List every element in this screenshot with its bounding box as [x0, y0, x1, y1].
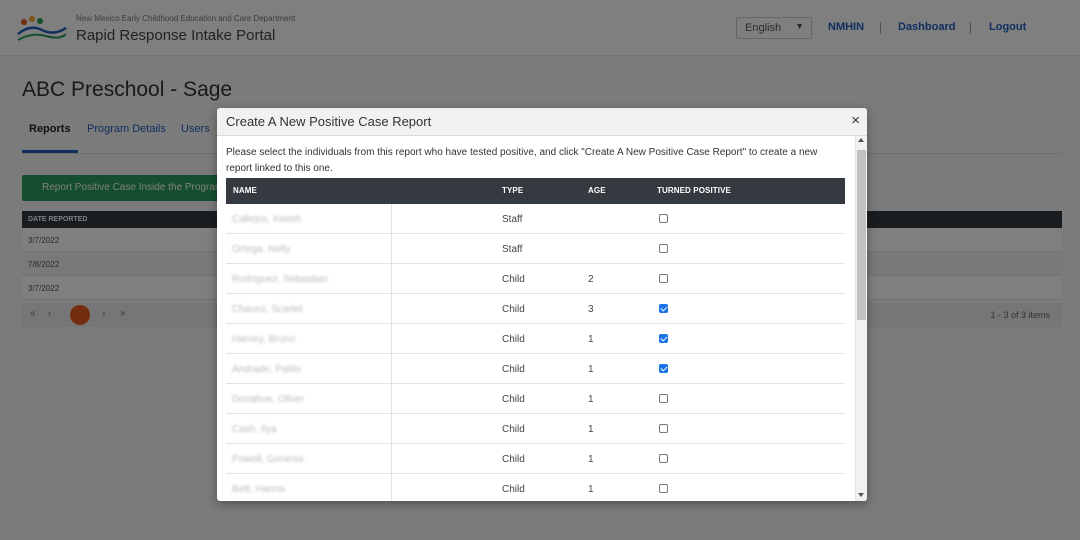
individual-type: Child	[502, 334, 525, 345]
individual-age: 1	[588, 484, 594, 495]
name-cell: Chavez, Scarlet	[226, 294, 392, 324]
individual-type: Child	[502, 424, 525, 435]
individual-type: Staff	[502, 214, 523, 225]
name-cell: Andrade, Pablo	[226, 354, 392, 384]
turned-positive-checkbox[interactable]	[659, 454, 668, 463]
name-cell: Powell, Genesis	[226, 444, 392, 474]
individual-type: Child	[502, 274, 525, 285]
close-icon[interactable]: ×	[851, 113, 860, 129]
name-cell: Harvey, Bruno	[226, 324, 392, 354]
turned-positive-checkbox[interactable]	[659, 304, 668, 313]
individual-name: Cash, Ilya	[232, 424, 277, 435]
individual-name: Donahue, Oliver	[232, 394, 305, 405]
name-cell: Ortega, Nelly	[226, 234, 392, 264]
individual-type: Staff	[502, 244, 523, 255]
individual-name: Ortega, Nelly	[232, 244, 291, 255]
individual-name: Callejos, Keesh	[232, 214, 302, 225]
table-row: Callejos, Keesh Staff	[226, 204, 845, 234]
individual-age: 3	[588, 304, 594, 315]
individual-name: Andrade, Pablo	[232, 364, 301, 375]
turned-positive-checkbox[interactable]	[659, 214, 668, 223]
name-cell: Callejos, Keesh	[226, 204, 392, 234]
individuals-table-header: NAME TYPE AGE TURNED POSITIVE	[226, 178, 845, 204]
turned-positive-checkbox[interactable]	[659, 244, 668, 253]
scroll-down-icon[interactable]	[858, 493, 864, 497]
individual-age: 1	[588, 334, 594, 345]
individual-type: Child	[502, 484, 525, 495]
turned-positive-checkbox[interactable]	[659, 364, 668, 373]
table-row: Harvey, Bruno Child 1	[226, 324, 845, 354]
table-row: Cash, Ilya Child 1	[226, 414, 845, 444]
name-cell: Donahue, Oliver	[226, 384, 392, 414]
modal-header: Create A New Positive Case Report ×	[217, 108, 867, 136]
name-cell: Rodriguez, Sebastian	[226, 264, 392, 294]
individual-age: 2	[588, 274, 594, 285]
table-row: Chavez, Scarlet Child 3	[226, 294, 845, 324]
modal-instructions: Please select the individuals from this …	[226, 147, 818, 174]
name-cell: Bett, Hanna	[226, 474, 392, 501]
table-row: Bett, Hanna Child 1	[226, 474, 845, 501]
positive-case-modal: Create A New Positive Case Report × Plea…	[217, 108, 867, 501]
modal-title: Create A New Positive Case Report	[226, 114, 432, 129]
scroll-thumb[interactable]	[857, 150, 866, 320]
individual-name: Chavez, Scarlet	[232, 304, 303, 315]
turned-positive-checkbox[interactable]	[659, 274, 668, 283]
individual-age: 1	[588, 364, 594, 375]
column-header-type: TYPE	[502, 186, 524, 195]
column-header-age: AGE	[588, 186, 606, 195]
table-row: Andrade, Pablo Child 1	[226, 354, 845, 384]
modal-scrollbar[interactable]	[855, 136, 867, 501]
individual-age: 1	[588, 454, 594, 465]
individual-type: Child	[502, 304, 525, 315]
table-row: Powell, Genesis Child 1	[226, 444, 845, 474]
table-row: Ortega, Nelly Staff	[226, 234, 845, 264]
individual-name: Bett, Hanna	[232, 484, 285, 495]
turned-positive-checkbox[interactable]	[659, 334, 668, 343]
name-cell: Cash, Ilya	[226, 414, 392, 444]
individual-age: 1	[588, 394, 594, 405]
turned-positive-checkbox[interactable]	[659, 424, 668, 433]
column-header-name: NAME	[233, 186, 257, 195]
individual-type: Child	[502, 394, 525, 405]
turned-positive-checkbox[interactable]	[659, 394, 668, 403]
individual-type: Child	[502, 454, 525, 465]
turned-positive-checkbox[interactable]	[659, 484, 668, 493]
scroll-up-icon[interactable]	[858, 138, 864, 142]
table-row: Rodriguez, Sebastian Child 2	[226, 264, 845, 294]
individual-age: 1	[588, 424, 594, 435]
individual-name: Rodriguez, Sebastian	[232, 274, 328, 285]
individual-name: Harvey, Bruno	[232, 334, 296, 345]
individual-type: Child	[502, 364, 525, 375]
column-header-turned-positive: TURNED POSITIVE	[657, 186, 731, 195]
individual-name: Powell, Genesis	[232, 454, 304, 465]
table-row: Donahue, Oliver Child 1	[226, 384, 845, 414]
